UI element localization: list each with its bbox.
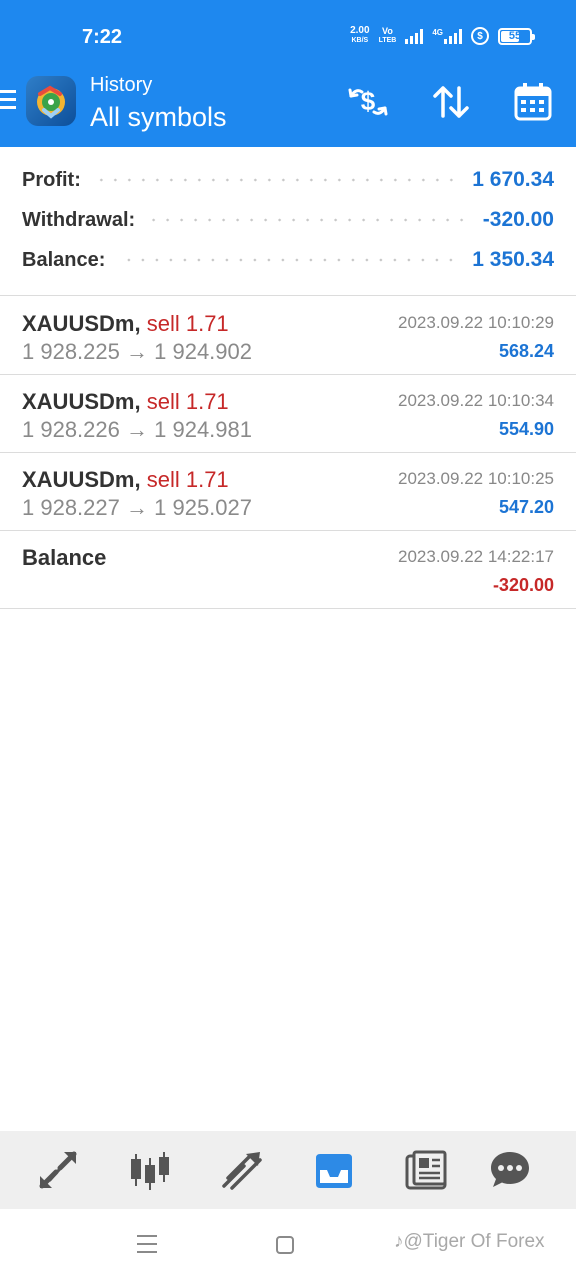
- deal-close-price: 1 925.027: [154, 495, 252, 520]
- volte-bottom: LTEB: [378, 37, 397, 44]
- watermark-text: @Tiger Of Forex: [403, 1231, 545, 1252]
- profit-label: Profit:: [22, 168, 81, 191]
- network-speed: 2.00 KB/S: [350, 26, 369, 46]
- deal-row[interactable]: XAUUSDm, sell 1.71 1 928.227 → 1 925.027…: [0, 453, 576, 531]
- deal-open-price: 1 928.225: [22, 339, 120, 364]
- network-type: 4G: [432, 28, 443, 37]
- signal-4g-icon: 4G: [432, 28, 462, 44]
- deal-separator: ,: [134, 311, 141, 336]
- balance-entry-title: Balance: [22, 545, 107, 570]
- deal-profit: 554.90: [498, 419, 554, 439]
- chart-icon[interactable]: [126, 1146, 174, 1194]
- battery-icon: 55: [498, 27, 535, 45]
- deal-arrow: →: [126, 495, 148, 520]
- deposit-dollar-icon[interactable]: $: [348, 82, 388, 122]
- history-icon[interactable]: [310, 1146, 358, 1194]
- status-bar: 7:22 2.00 KB/S Vo LTEB 4G $ 55: [0, 0, 576, 72]
- deal-symbol: XAUUSDm: [22, 467, 135, 492]
- withdrawal-value: -320.00: [482, 208, 554, 231]
- balance-row: Balance: 1 350.34: [22, 245, 554, 275]
- deal-header: XAUUSDm, sell 1.71: [22, 467, 229, 493]
- dotted-leader: [149, 218, 469, 222]
- watermark: ♪@Tiger Of Forex: [394, 1231, 545, 1253]
- trade-icon[interactable]: [218, 1146, 266, 1194]
- deal-header: XAUUSDm, sell 1.71: [22, 311, 229, 337]
- menu-icon[interactable]: [0, 90, 16, 112]
- deal-type: sell 1.71: [146, 311, 229, 336]
- app-bar: History All symbols $: [0, 72, 576, 147]
- volte-top: Vo: [382, 26, 393, 36]
- quotes-icon[interactable]: [34, 1146, 82, 1194]
- network-speed-value: 2.00: [350, 25, 370, 36]
- calendar-icon[interactable]: [513, 82, 553, 122]
- network-speed-unit: KB/S: [351, 37, 369, 44]
- summary-panel: Profit: 1 670.34 Withdrawal: -320.00 Bal…: [0, 147, 576, 296]
- balance-entry-time: 2023.09.22 14:22:17: [398, 547, 554, 566]
- deal-time: 2023.09.22 10:10:29: [398, 313, 554, 332]
- status-time: 7:22: [82, 26, 123, 48]
- deal-open-price: 1 928.227: [22, 495, 120, 520]
- symbol-filter[interactable]: All symbols: [90, 102, 227, 133]
- signal-icon: [405, 28, 424, 44]
- battery-level: 55: [508, 30, 522, 42]
- deal-header: XAUUSDm, sell 1.71: [22, 389, 229, 415]
- sort-icon[interactable]: [431, 82, 471, 122]
- deal-arrow: →: [126, 417, 148, 442]
- profit-row: Profit: 1 670.34: [22, 165, 554, 195]
- bottom-navigation: [0, 1131, 576, 1209]
- dotted-leader: [119, 258, 459, 262]
- balance-entry-amount: -320.00: [492, 575, 554, 595]
- deal-row[interactable]: XAUUSDm, sell 1.71 1 928.226 → 1 924.981…: [0, 375, 576, 453]
- messages-icon[interactable]: [486, 1146, 534, 1194]
- deal-type: sell 1.71: [146, 389, 229, 414]
- deal-symbol: XAUUSDm: [22, 311, 135, 336]
- watermark-logo-icon: ♪: [394, 1231, 404, 1252]
- deal-symbol: XAUUSDm: [22, 389, 135, 414]
- deal-prices: 1 928.226 → 1 924.981: [22, 417, 252, 443]
- deal-arrow: →: [126, 339, 148, 364]
- recent-apps-icon[interactable]: [137, 1235, 157, 1253]
- deal-type: sell 1.71: [146, 467, 229, 492]
- shield-icon: $: [471, 27, 489, 45]
- home-icon[interactable]: [276, 1236, 294, 1254]
- volte-indicator: Vo LTEB: [379, 27, 397, 45]
- deal-separator: ,: [134, 467, 141, 492]
- deal-row[interactable]: XAUUSDm, sell 1.71 1 928.225 → 1 924.902…: [0, 297, 576, 375]
- status-indicators: 2.00 KB/S Vo LTEB 4G $ 55: [350, 26, 535, 46]
- deal-open-price: 1 928.226: [22, 417, 120, 442]
- deal-profit: 547.20: [498, 497, 554, 517]
- withdrawal-row: Withdrawal: -320.00: [22, 205, 554, 235]
- deal-profit: 568.24: [498, 341, 554, 361]
- profit-value: 1 670.34: [472, 168, 554, 191]
- dotted-leader: [94, 178, 459, 182]
- withdrawal-label: Withdrawal:: [22, 208, 136, 231]
- deal-separator: ,: [134, 389, 141, 414]
- balance-entry-row[interactable]: Balance 2023.09.22 14:22:17 -320.00: [0, 531, 576, 609]
- news-icon[interactable]: [402, 1146, 450, 1194]
- deal-close-price: 1 924.981: [154, 417, 252, 442]
- deal-time: 2023.09.22 10:10:25: [398, 469, 554, 488]
- deal-time: 2023.09.22 10:10:34: [398, 391, 554, 410]
- deal-prices: 1 928.227 → 1 925.027: [22, 495, 252, 521]
- deal-close-price: 1 924.902: [154, 339, 252, 364]
- system-navigation-bar: ♪@Tiger Of Forex: [0, 1209, 576, 1280]
- deal-prices: 1 928.225 → 1 924.902: [22, 339, 252, 365]
- screen-title: History: [90, 74, 153, 96]
- metatrader-logo[interactable]: [26, 76, 76, 126]
- balance-label: Balance:: [22, 248, 106, 271]
- balance-value: 1 350.34: [472, 248, 554, 271]
